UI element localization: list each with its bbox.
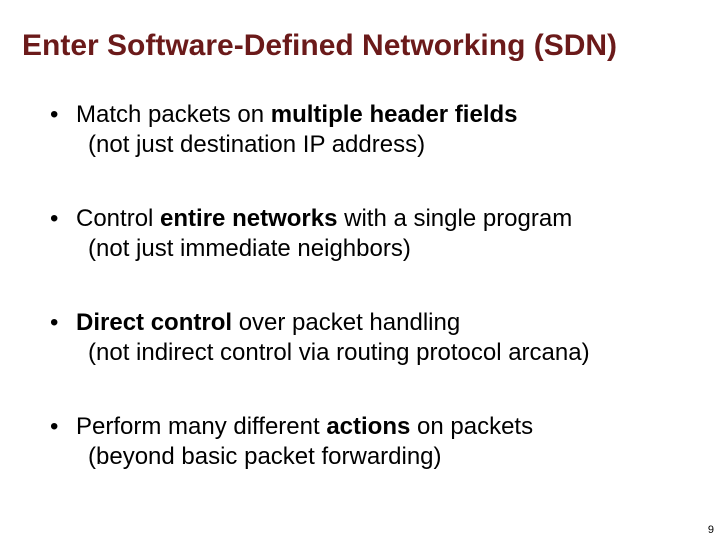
text-pre: Match packets on — [76, 101, 271, 128]
text-pre: Perform many different — [76, 413, 326, 440]
text-sub: (not just destination IP address) — [76, 130, 700, 160]
list-item: Direct control over packet handling (not… — [50, 308, 700, 368]
text-bold: multiple header fields — [271, 101, 518, 128]
slide-title: Enter Software-Defined Networking (SDN) — [22, 28, 700, 64]
text-post: over packet handling — [232, 309, 460, 336]
list-item: Control entire networks with a single pr… — [50, 204, 700, 264]
slide: Enter Software-Defined Networking (SDN) … — [0, 0, 720, 540]
text-bold: Direct control — [76, 309, 232, 336]
text-sub: (not indirect control via routing protoc… — [76, 338, 700, 368]
text-pre: Control — [76, 205, 160, 232]
text-sub: (beyond basic packet forwarding) — [76, 442, 700, 472]
text-post: with a single program — [337, 205, 572, 232]
bullet-list: Match packets on multiple header fields … — [20, 100, 700, 472]
page-number: 9 — [708, 524, 714, 536]
list-item: Match packets on multiple header fields … — [50, 100, 700, 160]
text-sub: (not just immediate neighbors) — [76, 234, 700, 264]
list-item: Perform many different actions on packet… — [50, 412, 700, 472]
text-bold: actions — [326, 413, 410, 440]
text-bold: entire networks — [160, 205, 337, 232]
text-post: on packets — [410, 413, 533, 440]
